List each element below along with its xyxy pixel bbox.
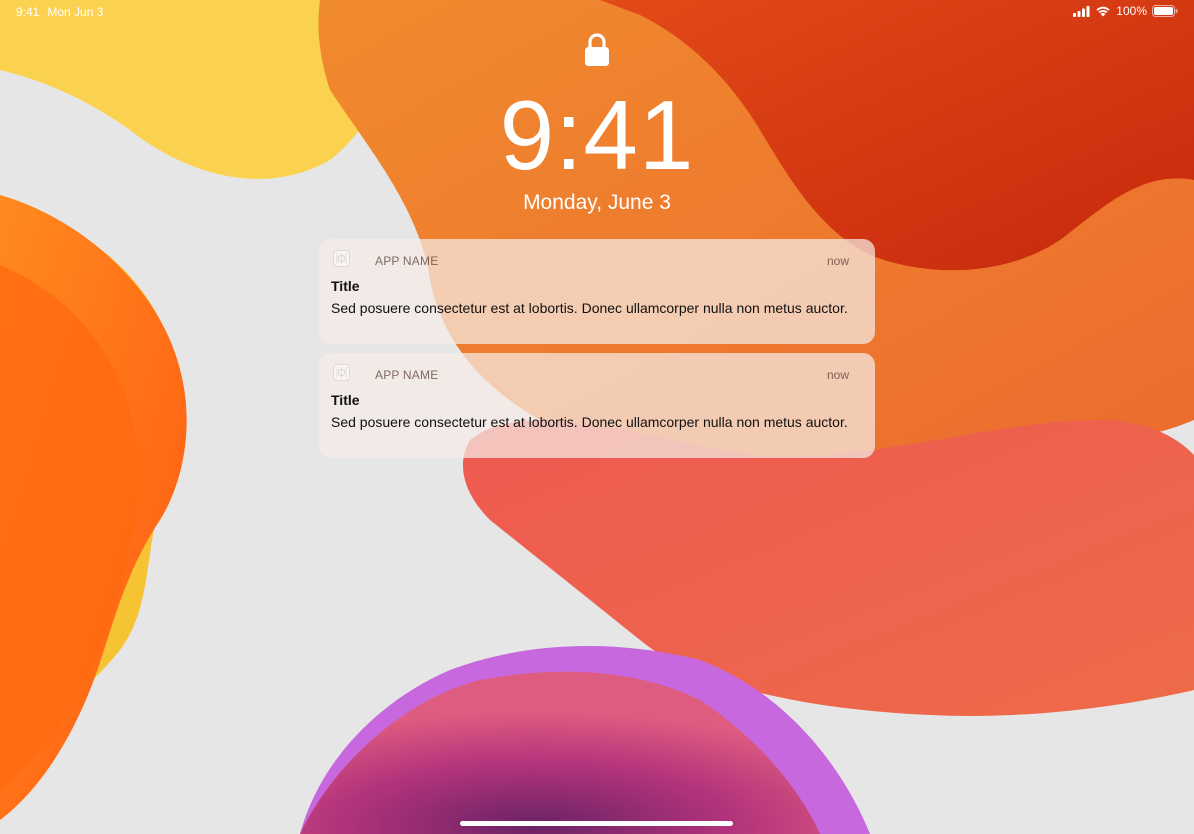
- notification-title: Title: [331, 392, 360, 408]
- status-bar-right: 100%: [1073, 4, 1178, 18]
- notification-body: Sed posuere consectetur est at lobortis.…: [331, 300, 848, 316]
- status-date: Mon Jun 3: [47, 5, 104, 19]
- lock-screen-date: Monday, June 3: [523, 191, 671, 214]
- status-bar: 9:41 Mon Jun 3 100%: [0, 0, 1194, 24]
- status-time: 9:41: [16, 5, 40, 19]
- notification-body: Sed posuere consectetur est at lobortis.…: [331, 414, 848, 430]
- lock-screen-clock: 9:41: [499, 80, 695, 190]
- battery-icon: [1152, 5, 1178, 17]
- lock-icon: [583, 32, 611, 68]
- notification-time: now: [826, 254, 849, 268]
- app-icon: [333, 364, 350, 381]
- notification-title: Title: [331, 278, 360, 294]
- notification-app-name: APP NAME: [375, 368, 439, 382]
- notification-card[interactable]: APP NAME now Title Sed posuere consectet…: [319, 353, 875, 458]
- notification-app-name: APP NAME: [375, 254, 439, 268]
- lock-screen: 9:41 Mon Jun 3 100% 9:41 Monday, June 3 …: [0, 0, 1194, 834]
- app-icon: [333, 250, 350, 267]
- wifi-icon: [1095, 5, 1111, 17]
- battery-percentage: 100%: [1116, 4, 1147, 18]
- home-indicator[interactable]: [460, 821, 733, 826]
- notification-time: now: [826, 368, 849, 382]
- cellular-signal-icon: [1073, 5, 1090, 17]
- status-bar-left: 9:41 Mon Jun 3: [16, 5, 103, 19]
- notification-card[interactable]: APP NAME now Title Sed posuere consectet…: [319, 239, 875, 344]
